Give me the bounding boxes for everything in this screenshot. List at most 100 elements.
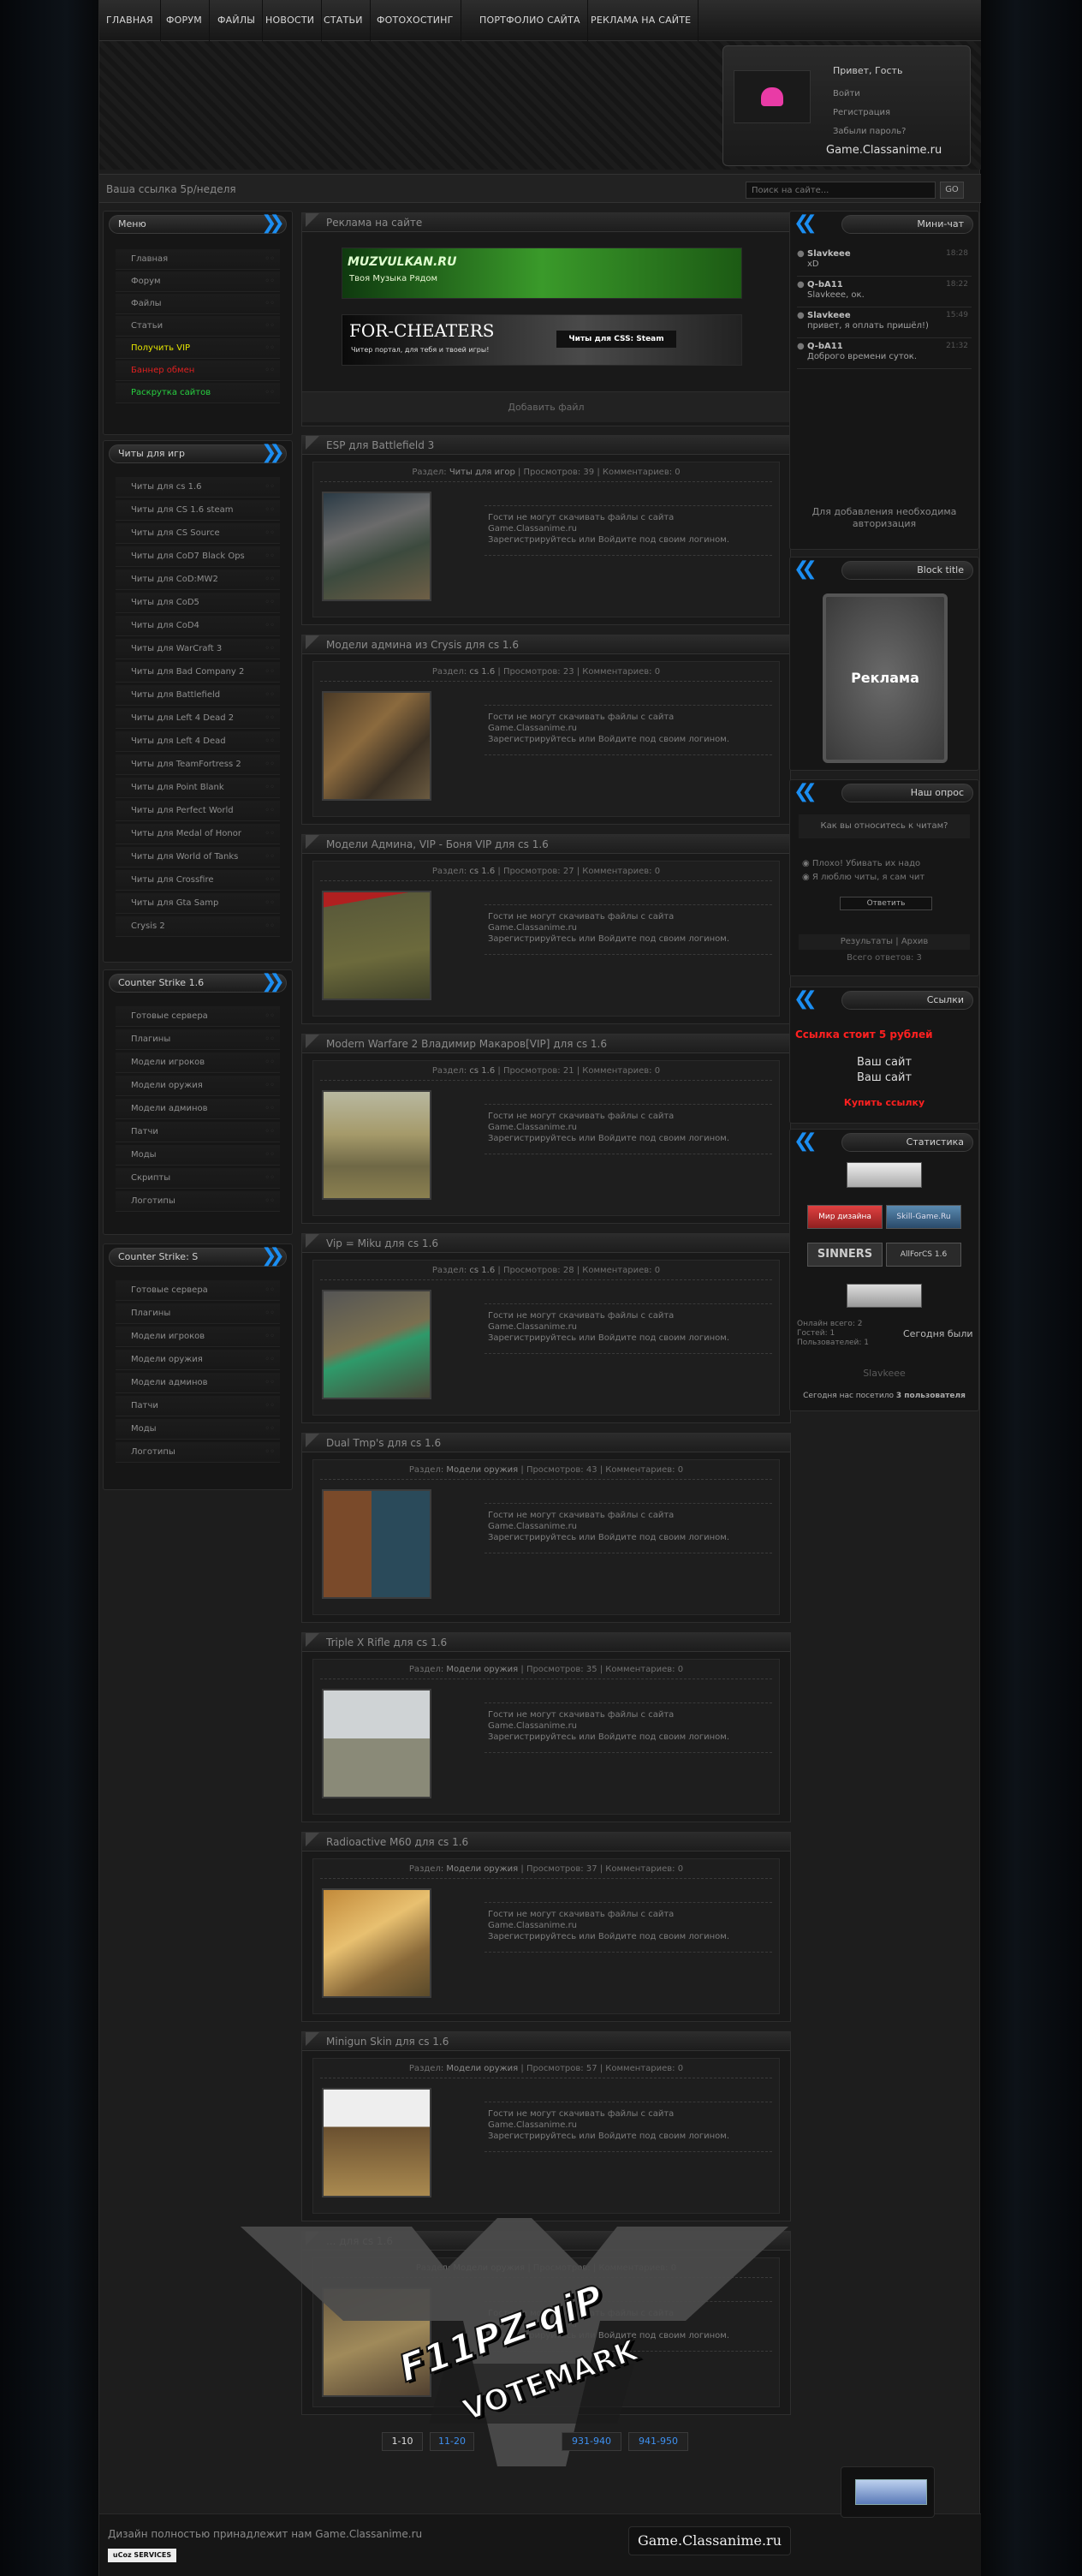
poll-vote-button[interactable]: Ответить <box>840 897 932 910</box>
page-941-950[interactable]: 941-950 <box>628 2432 688 2451</box>
cheats-item[interactable]: Читы для TeamFortress 2 <box>116 754 280 775</box>
search-button[interactable]: GO <box>940 182 964 199</box>
file-title[interactable]: Triple X Rifle для cs 1.6 <box>302 1633 790 1652</box>
cheats-item[interactable]: Crysis 2 <box>116 916 280 937</box>
muzvulkan-banner[interactable]: MUZVULKAN.RU Твоя Музыка Рядом <box>342 247 742 299</box>
file-title[interactable]: Модели Админа, VIP - Боня VIP для cs 1.6 <box>302 835 790 854</box>
chat-author[interactable]: Slavkeee <box>807 249 851 259</box>
cheats-item[interactable]: Читы для CoD4 <box>116 616 280 636</box>
cheats-item[interactable]: Читы для CS 1.6 steam <box>116 500 280 521</box>
cheats-item[interactable]: Читы для Point Blank <box>116 778 280 798</box>
file-section[interactable]: Модели оружия <box>446 1665 518 1674</box>
ucoz-badge[interactable]: uCoz SERVICES <box>108 2549 176 2562</box>
search-input[interactable] <box>746 182 936 199</box>
cheats-item[interactable]: Читы для CoD5 <box>116 593 280 613</box>
today-user[interactable]: Slavkeee <box>790 1368 978 1379</box>
cs16-item[interactable]: Скрипты <box>116 1168 280 1189</box>
file-thumbnail[interactable] <box>322 891 431 1000</box>
file-title[interactable]: Modern Warfare 2 Владимир Макаров[VIP] д… <box>302 1035 790 1053</box>
cheats-item[interactable]: Читы для cs 1.6 <box>116 477 280 498</box>
cs16-item[interactable]: Модели оружия <box>116 1076 280 1096</box>
file-thumbnail[interactable] <box>322 2287 431 2397</box>
css-item[interactable]: Модели оружия <box>116 1350 280 1370</box>
page-1-10[interactable]: 1-10 <box>382 2432 423 2451</box>
cs16-item[interactable]: Модели игроков <box>116 1052 280 1073</box>
file-thumbnail[interactable] <box>322 1489 431 1599</box>
nav-advertising[interactable]: РЕКЛАМА НА САЙТЕ <box>584 0 699 41</box>
file-section[interactable]: cs 1.6 <box>469 1066 495 1076</box>
file-title[interactable]: ... для cs 1.6 <box>302 2232 790 2251</box>
cheats-item[interactable]: Читы для Crossfire <box>116 870 280 891</box>
css-item[interactable]: Модели игроков <box>116 1327 280 1347</box>
menu-item-vip[interactable]: Получить VIP <box>116 338 280 359</box>
css-item[interactable]: Патчи <box>116 1396 280 1416</box>
file-title[interactable]: Модели админа из Crysis для cs 1.6 <box>302 635 790 654</box>
file-section[interactable]: Модели оружия <box>446 2064 518 2073</box>
file-section[interactable]: Модели оружия <box>446 1465 518 1475</box>
cs16-item[interactable]: Модели админов <box>116 1099 280 1119</box>
link-site-2[interactable]: Ваш сайт <box>790 1071 978 1084</box>
cheats-item[interactable]: Читы для Left 4 Dead <box>116 731 280 752</box>
file-section[interactable]: Модели оружия <box>446 1864 518 1874</box>
menu-item-files[interactable]: Файлы <box>116 294 280 314</box>
chat-author[interactable]: Q-bA11 <box>807 342 843 351</box>
nav-news[interactable]: НОВОСТИ <box>259 0 323 41</box>
menu-item-articles[interactable]: Статьи <box>116 316 280 337</box>
file-title[interactable]: Radioactive M60 для cs 1.6 <box>302 1833 790 1852</box>
file-title[interactable]: Dual Tmp's для cs 1.6 <box>302 1434 790 1452</box>
poll-option-2[interactable]: ◉ Я люблю читы, я сам чит <box>802 873 956 882</box>
cheats-item[interactable]: Читы для Perfect World <box>116 801 280 821</box>
chat-author[interactable]: Q-bA11 <box>807 280 843 289</box>
css-item[interactable]: Логотипы <box>116 1442 280 1463</box>
nav-home[interactable]: ГЛАВНАЯ <box>99 0 161 41</box>
cheats-item[interactable]: Читы для CS Source <box>116 523 280 544</box>
chat-author[interactable]: Slavkeee <box>807 311 851 320</box>
counter-top[interactable] <box>847 1162 922 1188</box>
file-thumbnail[interactable] <box>322 691 431 801</box>
menu-item-home[interactable]: Главная <box>116 249 280 270</box>
sinners-button[interactable]: SINNERS <box>807 1243 883 1267</box>
menu-item-promo[interactable]: Раскрутка сайтов <box>116 383 280 403</box>
cheats-item[interactable]: Читы для Battlefield <box>116 685 280 706</box>
cs16-item[interactable]: Логотипы <box>116 1191 280 1212</box>
register-link[interactable]: Регистрация <box>833 108 890 117</box>
for-cheaters-banner[interactable]: FOR-CHEATERS Читер портал, для тебя и тв… <box>342 314 742 366</box>
cs16-item[interactable]: Плагины <box>116 1029 280 1050</box>
cheats-item[interactable]: Читы для Bad Company 2 <box>116 662 280 683</box>
file-thumbnail[interactable] <box>322 1689 431 1798</box>
file-thumbnail[interactable] <box>322 1888 431 1998</box>
nav-photohosting[interactable]: ФОТОХОСТИНГ <box>370 0 461 41</box>
nav-forum[interactable]: ФОРУМ <box>159 0 210 41</box>
css-item[interactable]: Готовые сервера <box>116 1280 280 1301</box>
cs16-item[interactable]: Патчи <box>116 1122 280 1142</box>
cheats-item[interactable]: Читы для Left 4 Dead 2 <box>116 708 280 729</box>
file-section[interactable]: cs 1.6 <box>469 667 495 677</box>
cheats-item[interactable]: Читы для Gta Samp <box>116 893 280 914</box>
allforcs-button[interactable]: AllForCS 1.6 <box>886 1243 961 1267</box>
file-section[interactable]: Читы для игор <box>449 468 515 477</box>
login-link[interactable]: Войти <box>833 89 860 98</box>
poll-option-1[interactable]: ◉ Плохо! Убивать их надо <box>802 859 920 868</box>
page-931-940[interactable]: 931-940 <box>562 2432 621 2451</box>
buy-link[interactable]: Купить ссылку <box>790 1097 978 1108</box>
file-title[interactable]: Minigun Skin для cs 1.6 <box>302 2032 790 2051</box>
file-thumbnail[interactable] <box>322 1290 431 1399</box>
nav-files[interactable]: ФАЙЛЫ <box>211 0 264 41</box>
page-11-20[interactable]: 11-20 <box>430 2432 474 2451</box>
css-item[interactable]: Моды <box>116 1419 280 1440</box>
file-thumbnail[interactable] <box>322 1090 431 1200</box>
poll-results-link[interactable]: Результаты <box>841 937 893 946</box>
file-thumbnail[interactable] <box>322 2088 431 2197</box>
file-thumbnail[interactable] <box>322 492 431 601</box>
nav-portfolio[interactable]: ПОРТФОЛИО САЙТА <box>473 0 588 41</box>
skill-game-button[interactable]: Skill-Game.Ru <box>886 1205 961 1229</box>
menu-item-banner[interactable]: Баннер обмен <box>116 361 280 381</box>
css-item[interactable]: Плагины <box>116 1303 280 1324</box>
file-section[interactable]: Модели оружия <box>453 2263 525 2273</box>
css-item[interactable]: Модели админов <box>116 1373 280 1393</box>
cheats-item[interactable]: Читы для World of Tanks <box>116 847 280 868</box>
cs16-item[interactable]: Моды <box>116 1145 280 1166</box>
poll-archive-link[interactable]: Архив <box>901 937 929 946</box>
file-section[interactable]: cs 1.6 <box>469 1266 495 1275</box>
forgot-password-link[interactable]: Забыли пароль? <box>833 127 906 136</box>
